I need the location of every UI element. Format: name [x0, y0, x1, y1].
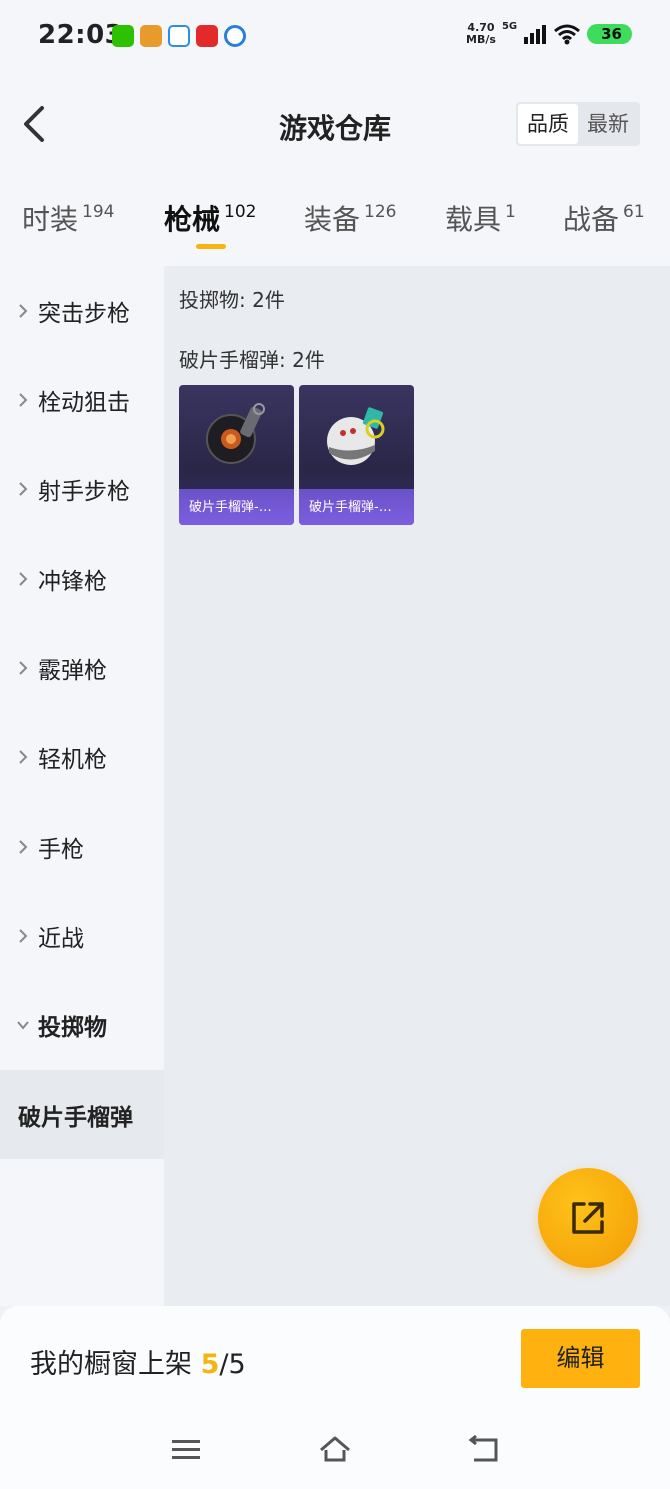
chevron-right-icon	[19, 749, 28, 764]
group-title: 破片手榴弹: 2件	[179, 348, 325, 372]
sidebar-item-smg[interactable]: 冲锋枪	[0, 534, 164, 623]
notification-icons	[112, 25, 246, 47]
sidebar-subitem-label: 破片手榴弹	[18, 1104, 133, 1131]
showcase-current-count: 5	[200, 1349, 220, 1380]
chevron-right-icon	[19, 660, 28, 675]
sidebar-item-label: 栓动狙击	[38, 389, 130, 416]
sidebar-item-shotgun[interactable]: 霰弹枪	[0, 623, 164, 712]
tab-label: 战备	[563, 203, 620, 236]
sidebar-item-melee[interactable]: 近战	[0, 891, 164, 980]
wechat-icon	[112, 25, 134, 47]
chevron-right-icon	[19, 839, 28, 854]
heart-app-icon	[196, 25, 218, 47]
network-speed-unit: MB/s	[466, 33, 496, 46]
status-indicators: 4.70 MB/s 5G 36	[466, 20, 640, 46]
signal-icon	[524, 25, 547, 44]
sidebar-item-assault-rifle[interactable]: 突击步枪	[0, 266, 164, 355]
category-tabs: 时装 194 枪械 102 装备 126 载具 1 战备 61	[0, 182, 670, 266]
home-icon[interactable]	[317, 1434, 353, 1466]
camera-app-icon	[224, 25, 246, 47]
sidebar-item-label: 近战	[38, 925, 84, 952]
edit-button[interactable]: 编辑	[521, 1329, 640, 1388]
sidebar-item-label: 轻机枪	[38, 746, 107, 773]
showcase-bar: 我的橱窗上架 5/5 编辑	[0, 1306, 670, 1414]
chevron-right-icon	[19, 481, 28, 496]
share-button[interactable]	[538, 1168, 638, 1268]
showcase-total-count: /5	[219, 1349, 246, 1380]
status-bar: 22:03 4.70 MB/s 5G 36	[0, 0, 670, 72]
chevron-down-icon	[17, 1020, 29, 1030]
item-card[interactable]: 破片手榴弹-…	[299, 385, 414, 525]
sort-newest-button[interactable]: 最新	[578, 104, 638, 144]
sidebar-item-pistol[interactable]: 手枪	[0, 802, 164, 891]
item-list: 投掷物: 2件 破片手榴弹: 2件 破片手榴弹-… 破片手榴弹-…	[164, 266, 670, 1306]
weapon-type-sidebar: 突击步枪 栓动狙击 射手步枪 冲锋枪 霰弹枪 轻机枪 手枪 近战 投掷物 破片手…	[0, 266, 164, 1306]
message-app-icon	[168, 25, 190, 47]
tab-fashion[interactable]: 时装 194	[22, 198, 114, 238]
tab-count: 194	[82, 202, 115, 222]
category-summary: 投掷物: 2件	[179, 288, 285, 312]
sidebar-item-label: 突击步枪	[38, 300, 130, 327]
sidebar-item-label: 霰弹枪	[38, 657, 107, 684]
tab-count: 1	[505, 202, 516, 222]
chevron-right-icon	[19, 928, 28, 943]
battery-indicator: 36	[587, 24, 640, 44]
tab-label: 载具	[445, 203, 502, 236]
item-card-label: 破片手榴弹-…	[299, 489, 414, 525]
tab-firearms[interactable]: 枪械 102	[164, 198, 256, 238]
sidebar-item-lmg[interactable]: 轻机枪	[0, 712, 164, 801]
frag-grenade-skin-image	[327, 407, 385, 465]
tab-label: 时装	[22, 203, 79, 236]
tab-count: 102	[224, 202, 257, 222]
item-card-label: 破片手榴弹-…	[179, 489, 294, 525]
tab-tactical-gear[interactable]: 战备 61	[563, 198, 645, 238]
tab-count: 61	[623, 202, 645, 222]
sidebar-item-marksman-rifle[interactable]: 射手步枪	[0, 444, 164, 533]
frag-grenade-image	[206, 403, 265, 464]
sidebar-subitem-frag-grenade[interactable]: 破片手榴弹	[0, 1070, 164, 1159]
chevron-right-icon	[19, 392, 28, 407]
sidebar-item-label: 手枪	[38, 836, 84, 863]
header: 游戏仓库 品质 最新	[0, 72, 670, 182]
back-button[interactable]	[18, 102, 58, 146]
wifi-icon	[554, 24, 581, 45]
back-arrow-icon	[24, 106, 44, 142]
back-nav-icon[interactable]	[466, 1434, 502, 1466]
system-nav-bar	[0, 1414, 670, 1489]
tab-vehicles[interactable]: 载具 1	[445, 198, 516, 238]
sort-quality-button[interactable]: 品质	[518, 104, 578, 144]
item-card[interactable]: 破片手榴弹-…	[179, 385, 294, 525]
game-app-icon	[140, 25, 162, 47]
sidebar-item-throwables[interactable]: 投掷物	[0, 980, 164, 1069]
network-speed: 4.70 MB/s	[466, 22, 496, 46]
sidebar-item-bolt-sniper[interactable]: 栓动狙击	[0, 355, 164, 444]
sort-toggle: 品质 最新	[516, 102, 640, 146]
showcase-label: 我的橱窗上架	[30, 1349, 192, 1380]
sidebar-item-label: 冲锋枪	[38, 568, 107, 595]
share-external-icon	[572, 1202, 604, 1234]
tab-label: 装备	[304, 203, 361, 236]
sidebar-item-label: 射手步枪	[38, 478, 130, 505]
active-tab-indicator	[196, 244, 226, 249]
tab-label: 枪械	[164, 203, 221, 236]
chevron-right-icon	[19, 571, 28, 586]
menu-icon[interactable]	[168, 1434, 204, 1466]
tab-count: 126	[364, 202, 397, 222]
chevron-right-icon	[19, 303, 28, 318]
tab-equipment[interactable]: 装备 126	[304, 198, 396, 238]
sidebar-item-label: 投掷物	[38, 1014, 107, 1041]
showcase-status: 我的橱窗上架 5/5	[30, 1342, 246, 1381]
clock: 22:03	[38, 20, 124, 50]
network-type: 5G	[501, 20, 518, 32]
